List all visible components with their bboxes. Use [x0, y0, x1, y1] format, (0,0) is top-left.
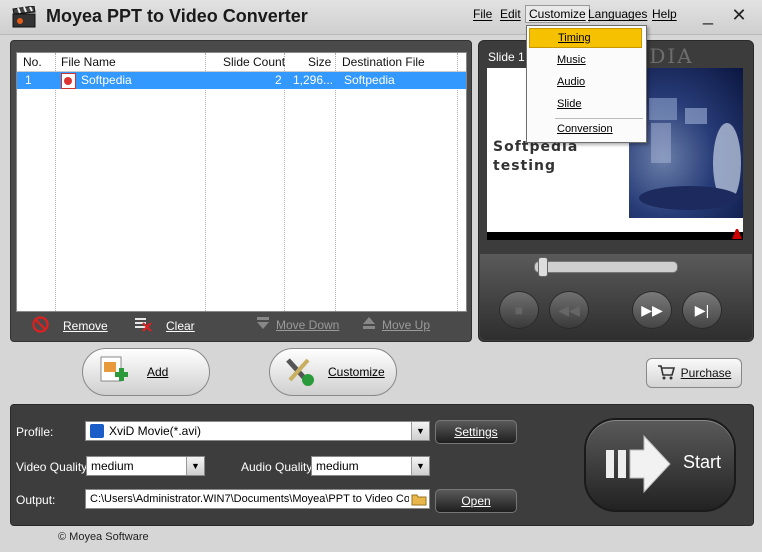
move-down-label: Move Down: [276, 317, 340, 332]
video-quality-value: medium: [91, 459, 134, 473]
slide-footer-bar: [487, 232, 743, 240]
file-list-header: No. File Name Slide Count Size Destinati…: [17, 53, 466, 72]
cell-file-name: Softpedia: [81, 73, 132, 87]
chevron-down-icon: ▼: [186, 457, 204, 475]
purchase-button[interactable]: Purchase: [646, 358, 742, 388]
output-path-value: C:\Users\Administrator.WIN7\Documents\Mo…: [90, 493, 409, 505]
rewind-button[interactable]: ◀◀: [550, 292, 588, 328]
menu-languages[interactable]: Languages: [588, 7, 647, 21]
next-slide-button[interactable]: ▶|: [683, 292, 721, 328]
cell-destination-file: Softpedia: [344, 73, 395, 87]
column-divider: [205, 53, 206, 311]
video-quality-label: Video Quality:: [16, 460, 91, 474]
cell-slide-count: 2: [275, 73, 282, 87]
column-header-destination-file[interactable]: Destination File: [342, 55, 425, 69]
file-list[interactable]: No. File Name Slide Count Size Destinati…: [16, 52, 467, 312]
menu-item-music[interactable]: Music: [529, 50, 642, 70]
fast-forward-icon: ▶▶: [641, 301, 663, 318]
seek-slider[interactable]: [534, 261, 678, 273]
skip-next-icon: ▶|: [694, 301, 710, 318]
add-file-icon: [97, 354, 131, 391]
window-title: Moyea PPT to Video Converter: [46, 6, 308, 26]
settings-label: Settings: [454, 425, 498, 439]
audio-quality-select[interactable]: medium ▼: [311, 456, 430, 476]
stop-button[interactable]: ■: [500, 292, 538, 328]
output-path-field[interactable]: C:\Users\Administrator.WIN7\Documents\Mo…: [85, 489, 430, 509]
menu-item-timing[interactable]: Timing: [529, 28, 642, 48]
menu-item-audio[interactable]: Audio: [529, 72, 642, 92]
rewind-icon: ◀◀: [558, 301, 580, 318]
menu-help[interactable]: Help: [652, 7, 677, 21]
add-button[interactable]: Add: [82, 348, 210, 396]
tools-icon: [282, 354, 316, 391]
purchase-label: Purchase: [680, 366, 732, 380]
customize-button[interactable]: Customize: [269, 348, 397, 396]
column-header-slide-count[interactable]: Slide Count: [223, 55, 285, 69]
move-up-button[interactable]: Move Up: [362, 316, 430, 333]
column-header-file-name[interactable]: File Name: [61, 55, 116, 69]
remove-icon: [32, 316, 49, 336]
cell-size: 1,296...: [293, 73, 334, 87]
profile-label: Profile:: [16, 425, 54, 439]
folder-icon[interactable]: [411, 492, 427, 508]
minimize-button[interactable]: _: [696, 4, 720, 26]
menu-item-timing-label: Timing: [558, 32, 591, 44]
profile-value: XviD Movie(*.avi): [109, 424, 202, 438]
menu-item-conversion[interactable]: Conversion: [529, 119, 642, 139]
menu-item-music-label: Music: [557, 54, 586, 66]
close-button[interactable]: ✕: [727, 4, 751, 26]
app-clapperboard-icon: [12, 5, 36, 28]
menu-item-slide-label: Slide: [557, 98, 582, 110]
play-arrow-icon: [606, 434, 671, 494]
move-up-arrow-icon: [362, 316, 376, 333]
customize-label: Customize: [328, 365, 385, 379]
open-button[interactable]: Open: [435, 489, 517, 513]
open-label: Open: [461, 494, 491, 508]
add-label: Add: [147, 365, 169, 379]
column-divider: [335, 53, 336, 311]
column-header-no[interactable]: No.: [23, 55, 42, 69]
move-down-button[interactable]: Move Down: [256, 316, 339, 333]
menu-customize[interactable]: Customize: [525, 5, 590, 23]
move-down-arrow-icon: [256, 316, 270, 333]
powerpoint-file-icon: [61, 73, 76, 89]
clear-label: Clear: [166, 318, 195, 333]
clear-button[interactable]: Clear: [134, 316, 195, 335]
start-label: Start: [683, 452, 722, 472]
slide-number-label: Slide 1: [488, 50, 525, 64]
profile-select[interactable]: XviD Movie(*.avi) ▼: [85, 421, 430, 441]
copyright-footer: © Moyea Software: [58, 531, 149, 543]
seek-slider-thumb[interactable]: [538, 257, 548, 277]
column-divider: [457, 53, 458, 311]
menu-edit[interactable]: Edit: [500, 7, 521, 21]
audio-quality-value: medium: [316, 459, 359, 473]
chevron-down-icon: ▼: [411, 422, 429, 440]
output-label: Output:: [16, 493, 56, 507]
menu-item-audio-label: Audio: [557, 76, 586, 88]
menu-item-conversion-label: Conversion: [557, 123, 613, 135]
stop-icon: ■: [514, 302, 524, 318]
shopping-cart-icon: [657, 364, 675, 383]
settings-button[interactable]: Settings: [435, 420, 517, 444]
move-up-label: Move Up: [382, 317, 431, 332]
column-divider: [55, 53, 56, 311]
video-quality-select[interactable]: medium ▼: [86, 456, 205, 476]
column-header-size[interactable]: Size: [308, 55, 331, 69]
slide-text-line-2: testing: [493, 158, 556, 174]
menu-file[interactable]: File: [473, 7, 492, 21]
audio-quality-label: Audio Quality:: [241, 460, 316, 474]
chevron-down-icon: ▼: [411, 457, 429, 475]
customize-dropdown-menu: Timing Music Audio Slide Conversion: [526, 25, 647, 143]
video-profile-icon: [90, 424, 104, 438]
remove-label: Remove: [63, 319, 108, 333]
table-row[interactable]: 1 Softpedia 2 1,296... Softpedia: [17, 72, 466, 89]
menu-item-slide[interactable]: Slide: [529, 94, 642, 114]
adobe-logo-icon: [732, 228, 742, 239]
remove-button[interactable]: Remove: [32, 316, 108, 336]
cell-no: 1: [25, 73, 32, 87]
fast-forward-button[interactable]: ▶▶: [633, 292, 671, 328]
column-divider: [284, 53, 285, 311]
clear-list-icon: [134, 316, 152, 335]
